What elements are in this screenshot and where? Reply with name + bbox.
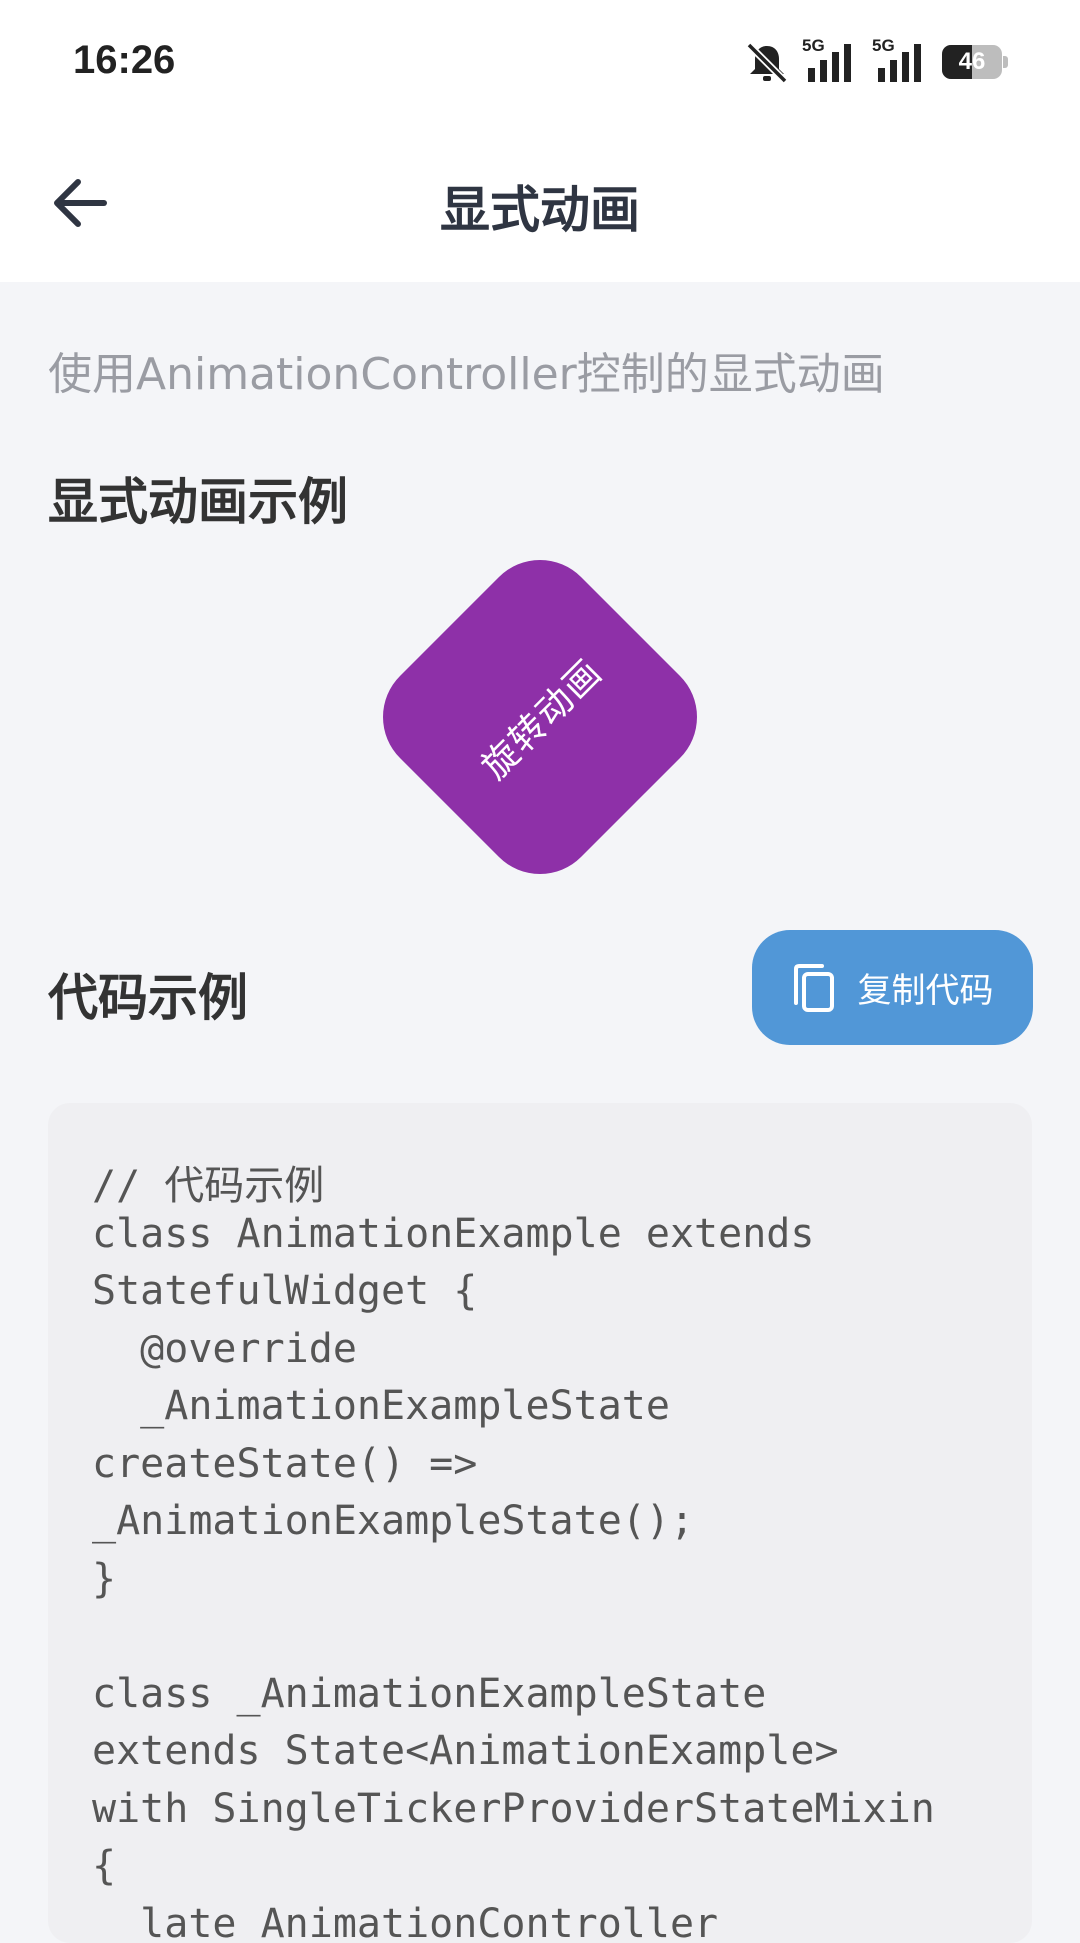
- page-title: 显式动画: [440, 181, 640, 239]
- battery-icon: 46: [942, 45, 1010, 79]
- animation-label: 旋转动画: [474, 651, 611, 788]
- code-line: }: [92, 1556, 117, 1602]
- signal-icon: 5G: [872, 36, 930, 84]
- copy-icon: [793, 963, 834, 1012]
- code-line: with SingleTickerProviderStateMixin: [92, 1786, 935, 1832]
- demo-section-title: 显式动画示例: [48, 473, 348, 531]
- status-icons: 5G 5G 46: [744, 36, 1010, 86]
- code-section-title: 代码示例: [48, 969, 248, 1027]
- signal-icon: 5G: [802, 36, 860, 84]
- code-line: class AnimationExample extends: [92, 1211, 815, 1257]
- copy-code-button[interactable]: 复制代码: [752, 930, 1033, 1045]
- code-line: extends State<AnimationExample>: [92, 1728, 839, 1774]
- rotating-animation-demo[interactable]: 旋转动画: [358, 535, 722, 899]
- code-line: _AnimationExampleState: [92, 1383, 670, 1429]
- code-line: @override: [92, 1326, 357, 1372]
- code-line: StatefulWidget {: [92, 1268, 478, 1314]
- bell-mute-icon: [746, 42, 788, 84]
- code-line: late AnimationController: [92, 1901, 719, 1943]
- page-description: 使用AnimationController控制的显式动画: [48, 349, 885, 400]
- copy-code-label: 复制代码: [857, 971, 994, 1011]
- code-line: _AnimationExampleState();: [92, 1498, 695, 1544]
- code-line: // 代码示例: [92, 1163, 325, 1209]
- code-line: createState() =>: [92, 1441, 478, 1487]
- status-time: 16:26: [73, 38, 176, 82]
- app-header: 16:26 5G 5G 46 显式动画: [0, 0, 1080, 282]
- code-line: {: [92, 1843, 117, 1889]
- code-block: // 代码示例 class AnimationExample extends S…: [48, 1103, 1032, 1943]
- battery-level: 46: [958, 48, 986, 75]
- code-line: class _AnimationExampleState: [92, 1671, 767, 1717]
